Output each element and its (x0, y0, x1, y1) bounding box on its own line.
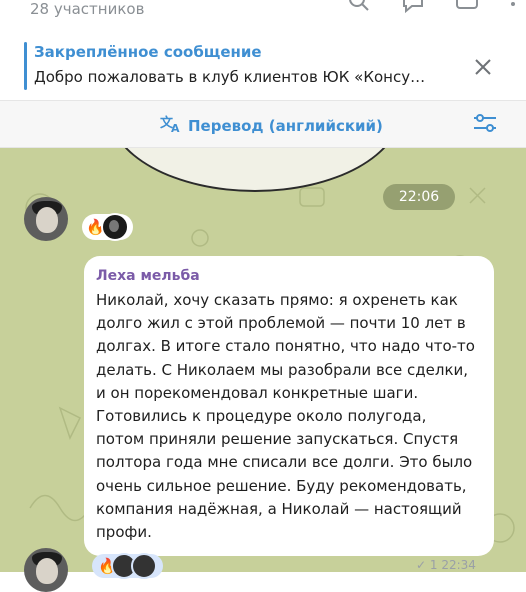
avatar[interactable] (24, 197, 68, 241)
reaction-pill[interactable]: 🔥 (82, 213, 133, 241)
reactor-avatar (130, 553, 157, 579)
window-icon[interactable] (454, 0, 480, 16)
message-author[interactable]: Леха мельба (96, 268, 200, 284)
chat-icon[interactable] (400, 0, 426, 16)
reactor-avatar (100, 213, 129, 241)
message-text: Николай, хочу сказать прямо: я охренеть … (96, 291, 475, 542)
pinned-text: Добро пожаловать в клуб клиентов ЮК «Кон… (34, 68, 426, 86)
chat-header: 28 участников (0, 0, 526, 26)
avatar[interactable] (24, 548, 68, 592)
pinned-indicator (24, 42, 27, 90)
close-icon[interactable] (468, 52, 498, 82)
pinned-title: Закреплённое сообщение (34, 43, 262, 61)
more-icon[interactable] (508, 0, 518, 16)
reaction-pill[interactable]: 🔥 (92, 553, 163, 579)
header-actions (346, 0, 518, 16)
translate-icon: 文A (160, 114, 182, 138)
translate-label: Перевод (английский) (188, 117, 383, 135)
translate-button[interactable]: 文A Перевод (английский) (160, 114, 383, 138)
message-time: ✓ 1 22:34 (416, 558, 476, 572)
svg-text:A: A (171, 122, 180, 134)
time-badge: 22:06 (383, 184, 455, 210)
pinned-message-bar[interactable] (0, 26, 526, 101)
search-icon[interactable] (346, 0, 372, 16)
member-count: 28 участников (30, 0, 145, 18)
filter-settings-icon[interactable] (472, 112, 498, 138)
